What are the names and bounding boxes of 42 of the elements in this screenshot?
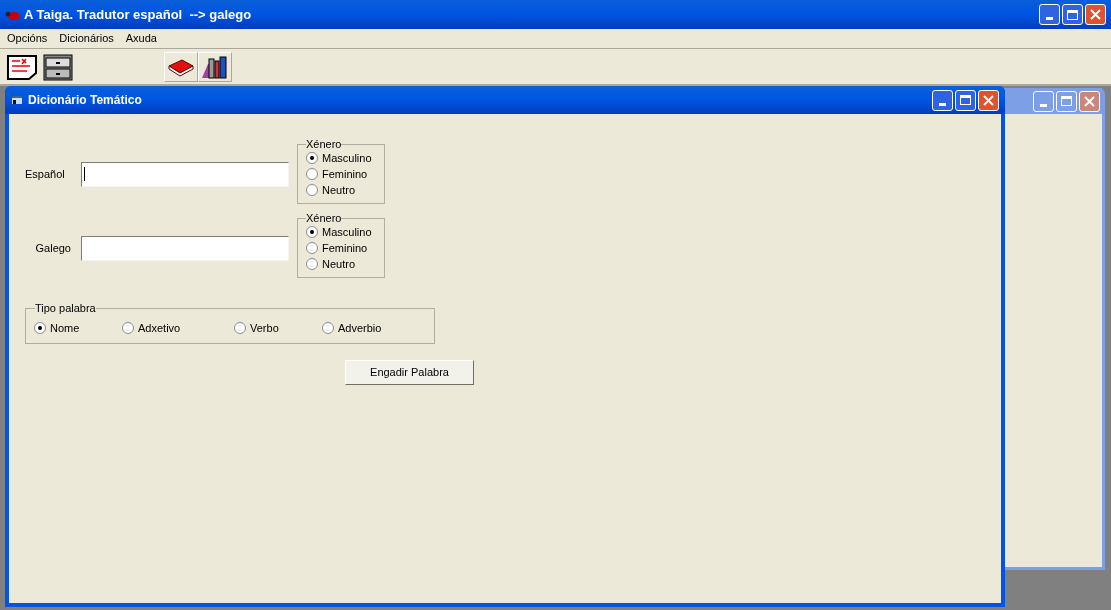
toolbar-button[interactable]: [164, 51, 198, 82]
maximize-button[interactable]: [1062, 4, 1083, 25]
group-title: Xénero: [306, 138, 342, 150]
minimize-button[interactable]: [1033, 90, 1054, 112]
toolbar-button[interactable]: [198, 51, 232, 82]
close-icon: [1084, 95, 1095, 107]
minimize-button[interactable]: [932, 89, 953, 111]
text-input-field[interactable]: [81, 161, 289, 187]
field-label: Español: [25, 166, 66, 182]
books-icon: [200, 53, 230, 80]
field-label: Galego: [34, 240, 72, 256]
window-title: A Taiga. Tradutor español --> galego: [24, 5, 252, 24]
maximize-button[interactable]: [1056, 90, 1077, 112]
radio-option[interactable]: Feminino: [306, 240, 368, 256]
add-word-button[interactable]: Engadir Palabra: [345, 360, 474, 385]
text-input-field[interactable]: [81, 235, 289, 261]
radio-option[interactable]: Masculino: [306, 224, 372, 240]
group-title: Xénero: [306, 212, 342, 224]
menu-item[interactable]: Axuda: [125, 30, 157, 47]
radio-option[interactable]: Adverbio: [322, 320, 382, 336]
menu-item[interactable]: Opcións: [7, 30, 48, 47]
close-button[interactable]: [1079, 90, 1100, 112]
radio-option[interactable]: Feminino: [306, 166, 368, 182]
window-icon: [11, 94, 23, 106]
radio-option[interactable]: Neutro: [306, 256, 356, 272]
radio-option[interactable]: Neutro: [306, 182, 356, 198]
close-button[interactable]: [1085, 4, 1106, 25]
radio-option[interactable]: Nome: [34, 320, 80, 336]
radio-option[interactable]: Verbo: [234, 320, 279, 336]
close-icon: [1090, 9, 1101, 20]
close-icon: [983, 94, 994, 106]
radio-option[interactable]: Adxetivo: [122, 320, 181, 336]
close-button[interactable]: [978, 89, 999, 111]
group-title: Tipo palabra: [35, 302, 96, 314]
toolbar-button[interactable]: [40, 51, 76, 82]
note-page-icon: [5, 52, 39, 81]
radio-option[interactable]: Masculino: [306, 150, 372, 166]
minimize-button[interactable]: [1039, 4, 1060, 25]
child-window-title: Dicionário Temático: [28, 92, 142, 109]
drawer-cabinet-icon: [41, 52, 75, 81]
menu-item[interactable]: Dicionários: [59, 30, 114, 47]
maximize-button[interactable]: [955, 89, 976, 111]
